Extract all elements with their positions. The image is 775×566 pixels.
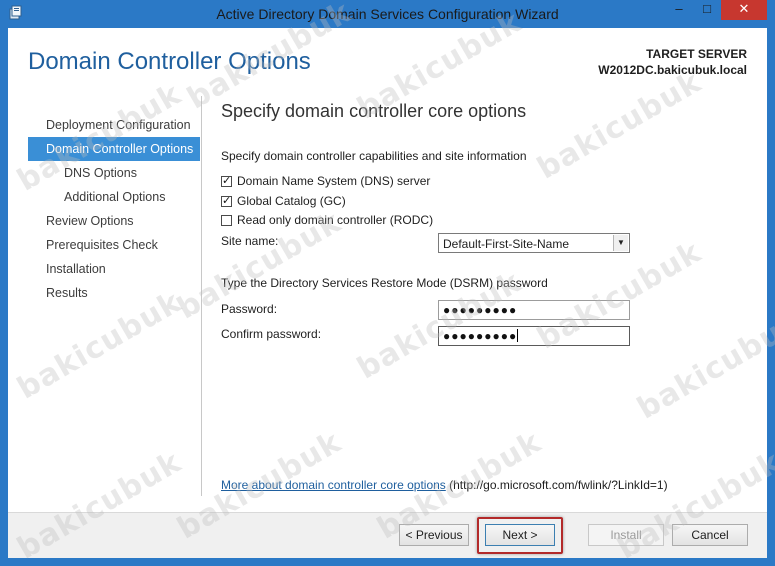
text-caret [517,329,519,342]
install-button: Install [588,524,664,546]
wizard-nav: Deployment Configuration Domain Controll… [28,113,200,305]
global-catalog-option[interactable]: ✓ Global Catalog (GC) [221,193,346,209]
wizard-client-area: Domain Controller Options TARGET SERVER … [8,0,775,566]
window-title: Active Directory Domain Services Configu… [216,6,559,22]
confirm-password-dots: ●●●●●●●●● [443,329,518,343]
title-bar[interactable]: Active Directory Domain Services Configu… [0,0,775,28]
nav-item-dns-options[interactable]: DNS Options [28,161,200,185]
nav-item-deployment-configuration[interactable]: Deployment Configuration [28,113,200,137]
dropdown-arrow-icon[interactable]: ▼ [613,235,628,251]
site-name-label: Site name: [221,234,279,248]
nav-item-installation[interactable]: Installation [28,257,200,281]
rodc-label: Read only domain controller (RODC) [237,213,434,227]
dns-server-label: Domain Name System (DNS) server [237,174,431,188]
global-catalog-checkbox[interactable]: ✓ [221,195,232,207]
nav-item-review-options[interactable]: Review Options [28,209,200,233]
minimize-button[interactable]: – [666,0,692,20]
password-field[interactable]: ●●●●●●●●● [438,300,630,320]
nav-item-results[interactable]: Results [28,281,200,305]
nav-item-additional-options[interactable]: Additional Options [28,185,200,209]
next-button[interactable]: Next > [485,524,555,546]
nav-item-prerequisites-check[interactable]: Prerequisites Check [28,233,200,257]
confirm-password-label: Confirm password: [221,327,322,341]
site-name-value: Default-First-Site-Name [443,237,570,251]
cancel-button[interactable]: Cancel [672,524,748,546]
nav-item-domain-controller-options[interactable]: Domain Controller Options [28,137,200,161]
dns-server-option[interactable]: ✓ Domain Name System (DNS) server [221,173,430,189]
dsrm-heading: Type the Directory Services Restore Mode… [221,276,548,290]
global-catalog-label: Global Catalog (GC) [237,194,346,208]
wizard-footer: < Previous Next > Install Cancel [8,513,767,558]
confirm-password-field[interactable]: ●●●●●●●●● [438,326,630,346]
capabilities-heading: Specify domain controller capabilities a… [221,149,527,163]
previous-button[interactable]: < Previous [399,524,469,546]
dns-server-checkbox[interactable]: ✓ [221,175,232,187]
more-info-url: (http://go.microsoft.com/fwlink/?LinkId=… [449,478,668,492]
wizard-window: Active Directory Domain Services Configu… [0,0,775,566]
rodc-checkbox[interactable] [221,214,232,226]
site-name-dropdown[interactable]: Default-First-Site-Name ▼ [438,233,630,253]
main-content: Specify domain controller capabilities a… [221,28,751,508]
more-info-link[interactable]: More about domain controller core option… [221,478,446,492]
password-label: Password: [221,302,278,316]
more-info-line: More about domain controller core option… [221,478,668,492]
nav-divider [201,96,202,496]
rodc-option[interactable]: Read only domain controller (RODC) [221,212,433,228]
close-button[interactable]: ✕ [721,0,767,20]
password-dots: ●●●●●●●●● [443,303,518,317]
maximize-button[interactable]: □ [694,0,720,20]
